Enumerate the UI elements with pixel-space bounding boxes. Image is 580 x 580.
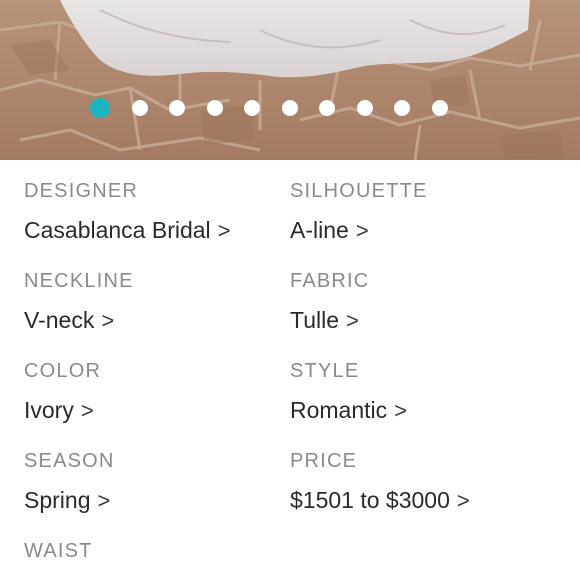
chevron-right-icon: >	[97, 487, 111, 513]
waist-label: WAIST	[24, 540, 93, 562]
designer-link[interactable]: Casablanca Bridal >	[24, 217, 231, 244]
carousel-dot[interactable]	[356, 100, 373, 116]
carousel-indicator	[90, 97, 448, 119]
carousel-dot[interactable]	[244, 100, 260, 116]
style-label: STYLE	[290, 360, 360, 382]
fabric-value: Tulle	[290, 307, 339, 333]
fabric-label: FABRIC	[290, 270, 370, 292]
detail-price: PRICE $1501 to $3000 >	[290, 450, 470, 514]
season-label: SEASON	[24, 450, 115, 472]
carousel-dot-active[interactable]	[90, 98, 110, 118]
price-value: $1501 to $3000	[290, 487, 450, 513]
color-value: Ivory	[24, 397, 74, 423]
carousel-dot[interactable]	[319, 100, 335, 116]
neckline-link[interactable]: V-neck >	[24, 307, 114, 334]
price-link[interactable]: $1501 to $3000 >	[290, 487, 470, 514]
carousel-dot[interactable]	[394, 100, 410, 116]
detail-season: SEASON Spring >	[24, 450, 115, 514]
season-value: Spring	[24, 487, 91, 513]
carousel-dot[interactable]	[431, 100, 448, 116]
carousel-dot[interactable]	[169, 100, 185, 116]
carousel-dot[interactable]	[281, 100, 298, 116]
style-link[interactable]: Romantic >	[290, 397, 407, 424]
neckline-value: V-neck	[24, 307, 95, 333]
designer-value: Casablanca Bridal	[24, 217, 211, 243]
dress-photo-image	[0, 0, 580, 160]
chevron-right-icon: >	[346, 307, 359, 333]
chevron-right-icon: >	[456, 487, 470, 513]
silhouette-label: SILHOUETTE	[290, 180, 428, 202]
color-label: COLOR	[24, 360, 102, 382]
dress-photo[interactable]	[0, 0, 580, 160]
chevron-right-icon: >	[355, 217, 369, 243]
detail-color: COLOR Ivory >	[24, 360, 101, 424]
neckline-label: NECKLINE	[24, 270, 134, 292]
chevron-right-icon: >	[101, 307, 115, 333]
carousel-dot[interactable]	[131, 100, 148, 116]
season-link[interactable]: Spring >	[24, 487, 110, 514]
chevron-right-icon: >	[217, 217, 231, 243]
detail-neckline: NECKLINE V-neck >	[24, 270, 134, 334]
designer-label: DESIGNER	[24, 180, 139, 202]
fabric-link[interactable]: Tulle >	[290, 307, 359, 334]
color-link[interactable]: Ivory >	[24, 397, 94, 424]
style-value: Romantic	[290, 397, 388, 423]
detail-fabric: FABRIC Tulle >	[290, 270, 369, 334]
price-label: PRICE	[290, 450, 358, 472]
silhouette-link[interactable]: A-line >	[290, 217, 369, 244]
chevron-right-icon: >	[394, 397, 408, 423]
chevron-right-icon: >	[80, 397, 94, 423]
detail-designer: DESIGNER Casablanca Bridal >	[24, 180, 231, 244]
detail-silhouette: SILHOUETTE A-line >	[290, 180, 428, 244]
detail-style: STYLE Romantic >	[290, 360, 407, 424]
detail-waist: WAIST	[24, 540, 93, 563]
silhouette-value: A-line	[290, 217, 349, 243]
carousel-dot[interactable]	[206, 100, 223, 116]
